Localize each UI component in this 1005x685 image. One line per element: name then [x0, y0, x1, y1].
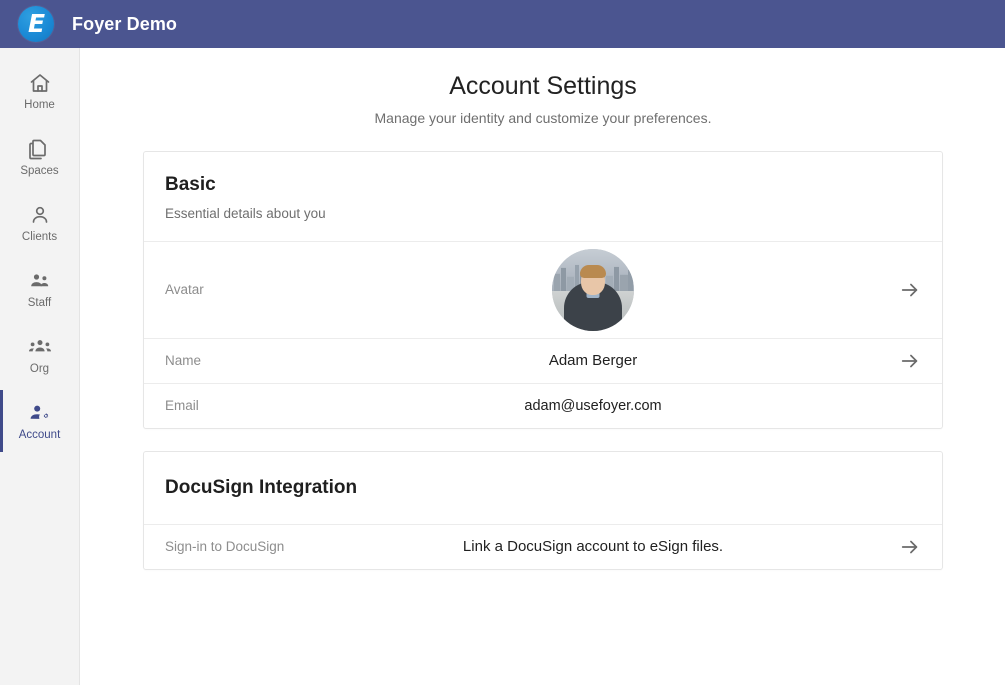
sidebar-item-clients[interactable]: Clients: [0, 190, 79, 256]
sidebar-item-staff[interactable]: Staff: [0, 256, 79, 322]
sidebar-item-account[interactable]: Account: [0, 388, 79, 454]
card-header: DocuSign Integration: [144, 452, 942, 524]
sidebar-nav: Home Spaces Clients Staff Org Account: [0, 48, 80, 685]
sidebar-item-label: Clients: [21, 230, 58, 243]
row-label: Email: [165, 398, 199, 414]
sidebar-item-label: Org: [29, 362, 50, 375]
docusign-signin-row[interactable]: Sign-in to DocuSign Link a DocuSign acco…: [144, 523, 942, 569]
page-subtitle: Manage your identity and customize your …: [374, 110, 712, 126]
page-header: Account Settings Manage your identity an…: [81, 48, 1005, 126]
arrow-right-icon: [901, 540, 918, 553]
row-label: Avatar: [165, 282, 204, 298]
person-gear-icon: [28, 401, 52, 425]
card-header: Basic Essential details about you: [144, 152, 942, 241]
top-app-bar: E Foyer Demo: [0, 0, 1005, 48]
sidebar-item-label: Spaces: [20, 164, 59, 177]
row-label: Name: [165, 353, 202, 369]
arrow-right-icon: [901, 283, 918, 297]
documents-icon: [28, 137, 52, 161]
sidebar-item-label: Staff: [27, 296, 52, 309]
sidebar-item-label: Home: [24, 98, 55, 111]
docusign-integration-card: DocuSign Integration Sign-in to DocuSign…: [143, 450, 943, 570]
docusign-row-arrow[interactable]: [881, 536, 921, 558]
logo-letter: E: [27, 8, 45, 38]
home-icon: [28, 71, 52, 95]
name-row-arrow[interactable]: [881, 350, 921, 372]
avatar-row-arrow[interactable]: [881, 279, 921, 301]
sidebar-item-spaces[interactable]: Spaces: [0, 124, 79, 190]
sidebar-item-label: Account: [18, 428, 61, 441]
sidebar-item-home[interactable]: Home: [0, 58, 79, 124]
card-title: DocuSign Integration: [165, 476, 358, 498]
avatar[interactable]: [552, 248, 634, 331]
row-value: adam@usefoyer.com: [524, 397, 662, 414]
avatar-hair: [580, 265, 606, 279]
avatar-container: [335, 248, 881, 331]
people-icon: [28, 269, 52, 293]
arrow-right-icon: [901, 354, 918, 368]
group-icon: [28, 335, 52, 359]
name-row[interactable]: Name Adam Berger: [144, 337, 942, 383]
foyer-logo-icon[interactable]: E: [18, 6, 54, 42]
card-title: Basic: [165, 174, 216, 195]
row-value: Link a DocuSign account to eSign files.: [462, 538, 724, 556]
card-subtitle: Essential details about you: [165, 205, 326, 221]
avatar-row[interactable]: Avatar: [144, 240, 942, 338]
page-title: Account Settings: [449, 72, 637, 100]
main-content: Account Settings Manage your identity an…: [81, 48, 1005, 685]
basic-settings-card: Basic Essential details about you Avatar: [143, 151, 943, 429]
email-row: Email adam@usefoyer.com: [144, 382, 942, 428]
sidebar-item-org[interactable]: Org: [0, 322, 79, 388]
person-icon: [28, 203, 52, 227]
row-label: Sign-in to DocuSign: [165, 539, 285, 555]
row-value: Adam Berger: [548, 352, 638, 370]
app-title: Foyer Demo: [72, 13, 178, 34]
